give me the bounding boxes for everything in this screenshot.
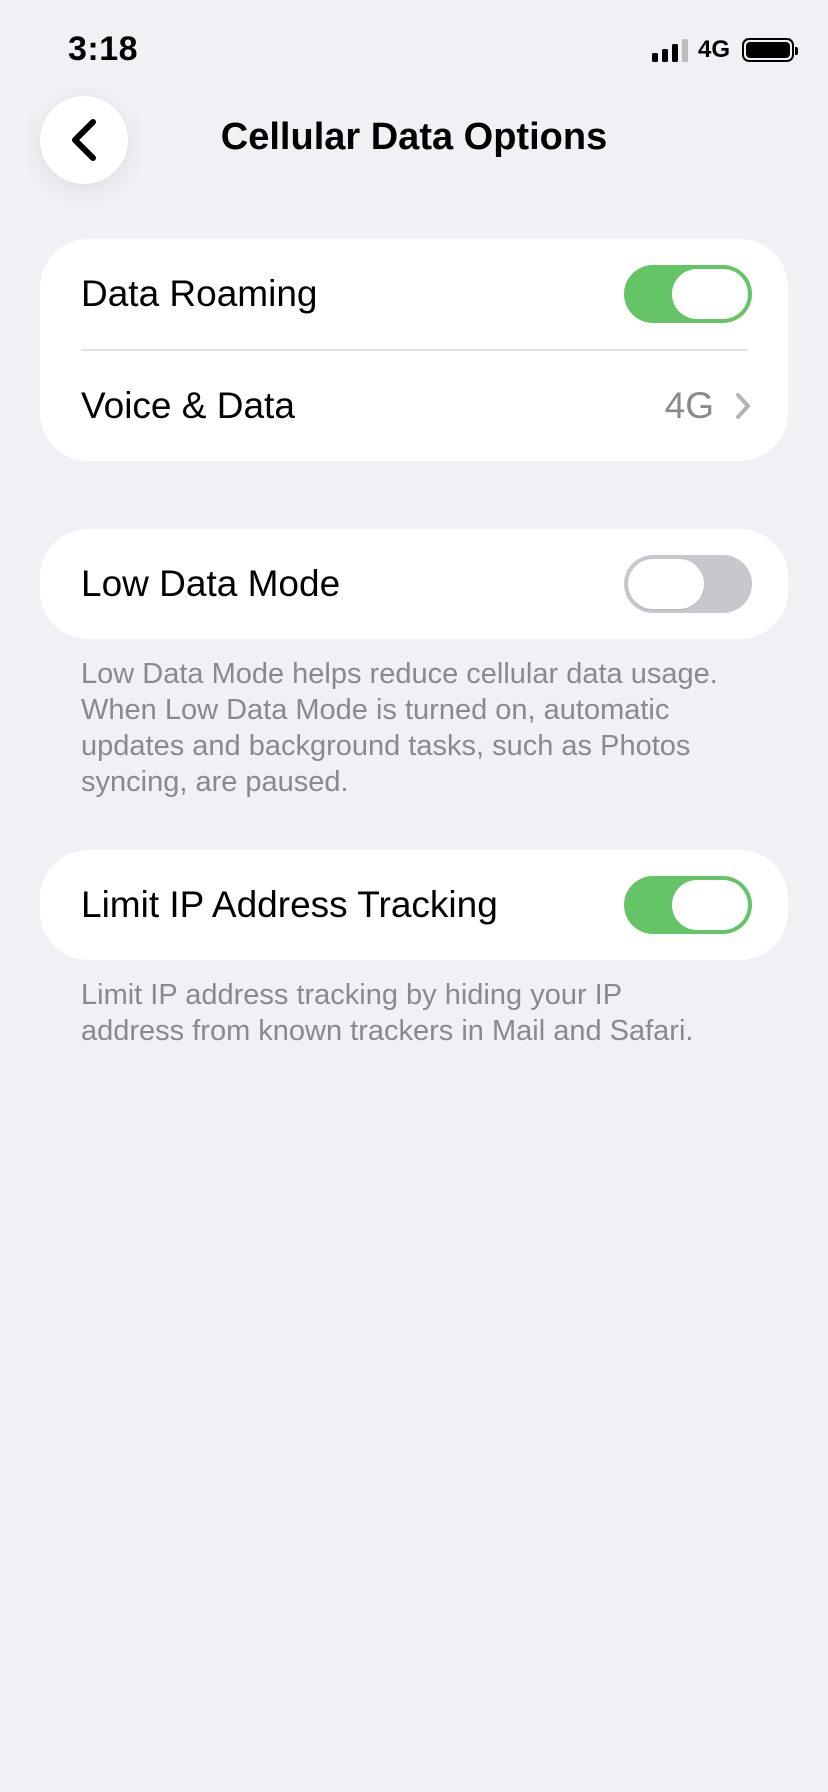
low-data-mode-toggle[interactable] xyxy=(624,555,752,613)
voice-data-row[interactable]: Voice & Data 4G xyxy=(40,351,788,461)
chevron-right-icon xyxy=(736,393,750,419)
status-indicators: 4G xyxy=(651,36,798,64)
voice-data-value: 4G xyxy=(664,385,714,426)
data-roaming-row: Data Roaming xyxy=(40,239,788,349)
status-time: 3:18 xyxy=(68,30,139,68)
page-title: Cellular Data Options xyxy=(220,116,608,158)
low-data-mode-footnote: Low Data Mode helps reduce cellular data… xyxy=(81,658,718,798)
limit-ip-tracking-toggle[interactable] xyxy=(624,876,752,934)
roaming-settings-card: Data Roaming Voice & Data 4G xyxy=(40,239,788,461)
low-data-mode-row: Low Data Mode xyxy=(40,529,788,639)
voice-data-label: Voice & Data xyxy=(81,385,295,426)
cellular-signal-icon xyxy=(651,38,688,62)
battery-icon xyxy=(742,38,798,62)
network-type-label: 4G xyxy=(697,36,730,63)
data-roaming-toggle[interactable] xyxy=(624,265,752,323)
low-data-mode-label: Low Data Mode xyxy=(81,563,341,604)
limit-ip-tracking-label: Limit IP Address Tracking xyxy=(81,884,498,925)
limit-ip-tracking-card: Limit IP Address Tracking xyxy=(40,850,788,960)
low-data-mode-card: Low Data Mode xyxy=(40,529,788,639)
data-roaming-label: Data Roaming xyxy=(81,273,318,314)
cellular-data-options-screen: 3:18 4G Cellular Data Options Data Roami… xyxy=(0,0,828,1792)
limit-ip-tracking-footnote: Limit IP address tracking by hiding your… xyxy=(81,979,694,1047)
limit-ip-tracking-row: Limit IP Address Tracking xyxy=(40,850,788,960)
